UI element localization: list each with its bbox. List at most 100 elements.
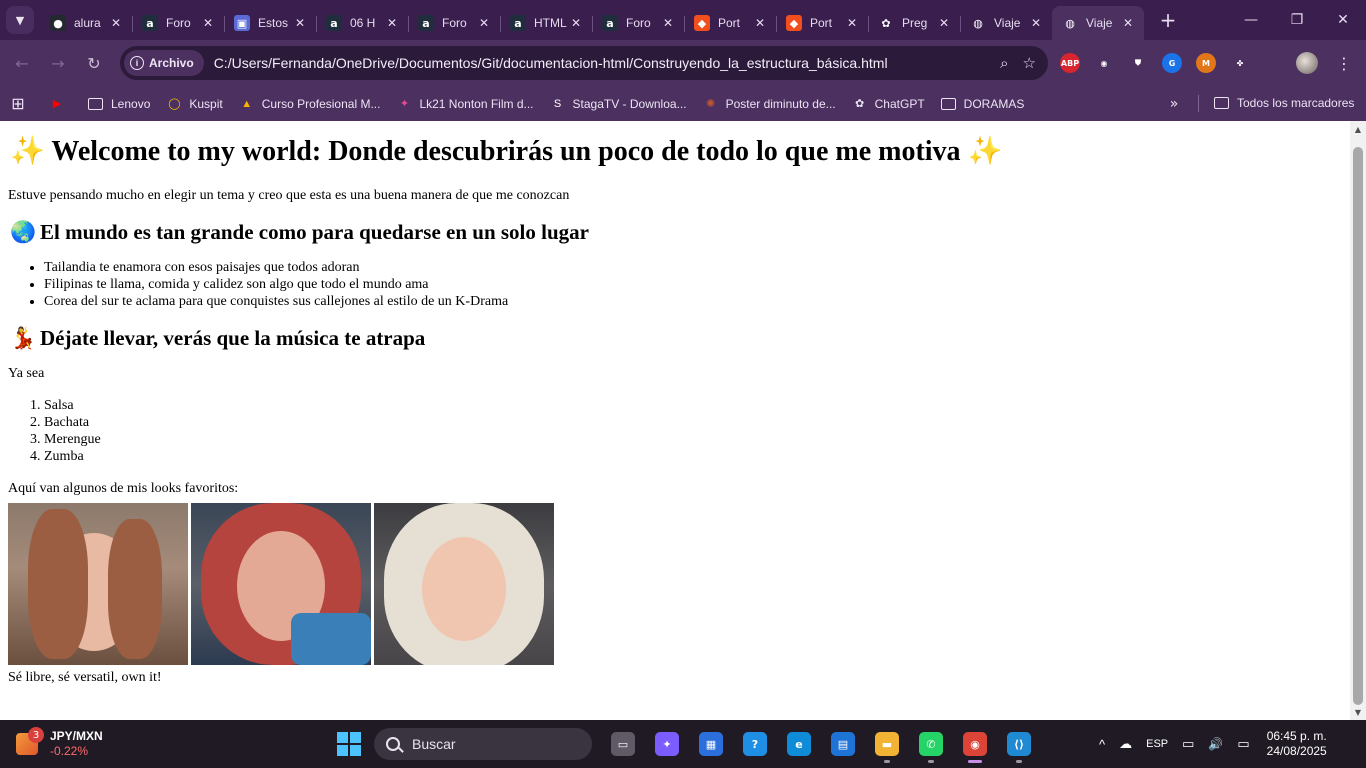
battery-icon[interactable]: ▭ (1230, 724, 1256, 764)
taskbar-app[interactable]: ▤ (824, 725, 862, 763)
tab-11[interactable]: ◍ Viaje ✕ (960, 6, 1052, 40)
browser-menu-button[interactable]: ⋮ (1334, 48, 1354, 78)
list-item: Bachata (44, 414, 1342, 431)
back-button[interactable]: ← (4, 45, 40, 81)
widget-value: -0.22% (50, 744, 89, 758)
bookmarks-divider (1198, 95, 1199, 112)
bookmark-item[interactable]: DORAMAS (933, 90, 1033, 118)
closing-paragraph: Sé libre, sé versatil, own it! (8, 670, 162, 685)
bookmark-item[interactable]: ▶ (41, 90, 80, 118)
bookmark-label: Curso Profesional M... (261, 96, 381, 111)
look-photo (374, 503, 554, 665)
reload-button[interactable]: ↻ (76, 45, 112, 81)
close-icon[interactable]: ✕ (936, 15, 952, 31)
scroll-thumb[interactable] (1353, 147, 1363, 705)
more-bookmarks-button[interactable]: » (1162, 90, 1186, 118)
tab-list: ● alura ✕ a Foro ✕ ▣ Estos ✕ a 06 H ✕ a Foro ✕ a HTML ✕ a F… (40, 0, 1144, 40)
apps-button[interactable]: ⊞ (0, 90, 41, 118)
address-bar[interactable]: i Archivo C:/Users/Fernanda/OneDrive/Doc… (120, 46, 1048, 80)
language-indicator[interactable]: ESP (1139, 724, 1175, 764)
tab-title: 06 H (350, 16, 376, 30)
shield-icon[interactable]: ⛊ (1128, 53, 1148, 73)
tab-search-button[interactable]: ▼ (6, 6, 34, 34)
bookmark-item[interactable]: Lenovo (80, 90, 158, 118)
alura-icon: a (418, 15, 434, 31)
taskbar-app[interactable]: ▬ (868, 725, 906, 763)
adblock-icon[interactable]: ABP (1060, 53, 1080, 73)
close-icon[interactable]: ✕ (108, 15, 124, 31)
tray-chevron-icon[interactable]: ^ (1092, 724, 1112, 764)
volume-icon[interactable]: 🔊 (1201, 724, 1230, 764)
new-tab-button[interactable]: + (1154, 6, 1182, 34)
taskbar-app[interactable]: ✦ (648, 725, 686, 763)
music-list: SalsaBachataMerengueZumba (8, 397, 1342, 465)
taskbar-app[interactable]: ✆ (912, 725, 950, 763)
site-info-chip[interactable]: i Archivo (124, 50, 204, 76)
taskbar-app[interactable]: ? (736, 725, 774, 763)
close-icon[interactable]: ✕ (200, 15, 216, 31)
tab-4[interactable]: a 06 H ✕ (316, 6, 408, 40)
tab-5[interactable]: a Foro ✕ (408, 6, 500, 40)
bookmark-star-icon[interactable]: ☆ (1023, 54, 1036, 72)
tab-7[interactable]: a Foro ✕ (592, 6, 684, 40)
close-icon[interactable]: ✕ (844, 15, 860, 31)
close-icon[interactable]: ✕ (568, 15, 584, 31)
puzzle-icon[interactable]: ✤ (1230, 53, 1250, 73)
close-icon[interactable]: ✕ (384, 15, 400, 31)
taskbar-app[interactable]: ▭ (604, 725, 642, 763)
tab-10[interactable]: ✿ Preg ✕ (868, 6, 960, 40)
taskbar-app[interactable]: ⟨⟩ (1000, 725, 1038, 763)
taskbar-app[interactable]: ▦ (692, 725, 730, 763)
scroll-down-arrow[interactable]: ▼ (1350, 704, 1366, 720)
close-icon[interactable]: ✕ (660, 15, 676, 31)
bookmark-item[interactable]: ✿ ChatGPT (844, 90, 933, 118)
page-viewport: ✨ Welcome to my world: Donde descubrirás… (0, 121, 1350, 720)
windows-icon (337, 732, 361, 756)
close-icon[interactable]: ✕ (1120, 15, 1136, 31)
maximize-button[interactable]: ❐ (1274, 0, 1320, 40)
zoom-icon[interactable]: ⌕ (1000, 54, 1008, 72)
onedrive-cloud-icon[interactable]: ☁ (1112, 724, 1139, 764)
start-button[interactable] (330, 725, 368, 763)
bookmark-item[interactable]: ✺ Poster diminuto de... (695, 90, 844, 118)
minimize-button[interactable]: — (1228, 0, 1274, 40)
close-icon[interactable]: ✕ (292, 15, 308, 31)
metamask-icon[interactable]: M (1196, 53, 1216, 73)
lk21-icon: ✦ (399, 98, 410, 110)
tab-12[interactable]: ◍ Viaje ✕ (1052, 6, 1144, 40)
forward-button[interactable]: → (40, 45, 76, 81)
dancer-icon: 💃 (10, 326, 37, 350)
google-lens-icon[interactable]: G (1162, 53, 1182, 73)
search-icon (386, 737, 400, 751)
clock[interactable]: 06:45 p. m. 24/08/2025 (1257, 729, 1327, 759)
close-icon[interactable]: ✕ (476, 15, 492, 31)
bookmark-item[interactable]: ✦ Lk21 Nonton Film d... (388, 90, 541, 118)
mouse-icon[interactable]: ◉ (1094, 53, 1114, 73)
tab-9[interactable]: ◆ Port ✕ (776, 6, 868, 40)
taskbar-app[interactable]: e (780, 725, 818, 763)
network-icon[interactable]: ▭ (1175, 724, 1201, 764)
tab-8[interactable]: ◆ Port ✕ (684, 6, 776, 40)
image-icon: ▣ (234, 15, 250, 31)
figma-icon: ◆ (786, 15, 802, 31)
close-window-button[interactable]: ✕ (1320, 0, 1366, 40)
taskbar-app[interactable]: ◉ (956, 725, 994, 763)
bookmark-item[interactable]: ◯ Kuspit (158, 90, 230, 118)
tab-2[interactable]: a Foro ✕ (132, 6, 224, 40)
taskbar-search[interactable]: Buscar (374, 728, 592, 760)
tab-6[interactable]: a HTML ✕ (500, 6, 592, 40)
url-text[interactable]: C:/Users/Fernanda/OneDrive/Documentos/Gi… (214, 55, 888, 71)
tab-title: alura (74, 16, 101, 30)
currency-widget[interactable]: 3 JPY/MXN -0.22% (16, 726, 103, 762)
page-scrollbar[interactable]: ▲ ▼ (1350, 121, 1366, 720)
all-bookmarks-button[interactable]: Todos los marcadores (1206, 89, 1362, 117)
bookmark-item[interactable]: S StagaTV - Downloa... (542, 90, 695, 118)
tab-3[interactable]: ▣ Estos ✕ (224, 6, 316, 40)
bookmark-item[interactable]: ▲ Curso Profesional M... (231, 90, 389, 118)
close-icon[interactable]: ✕ (1028, 15, 1044, 31)
scroll-up-arrow[interactable]: ▲ (1350, 121, 1366, 137)
profile-avatar[interactable] (1296, 52, 1318, 74)
tab-1[interactable]: ● alura ✕ (40, 6, 132, 40)
close-icon[interactable]: ✕ (752, 15, 768, 31)
portrait-face (422, 537, 506, 641)
